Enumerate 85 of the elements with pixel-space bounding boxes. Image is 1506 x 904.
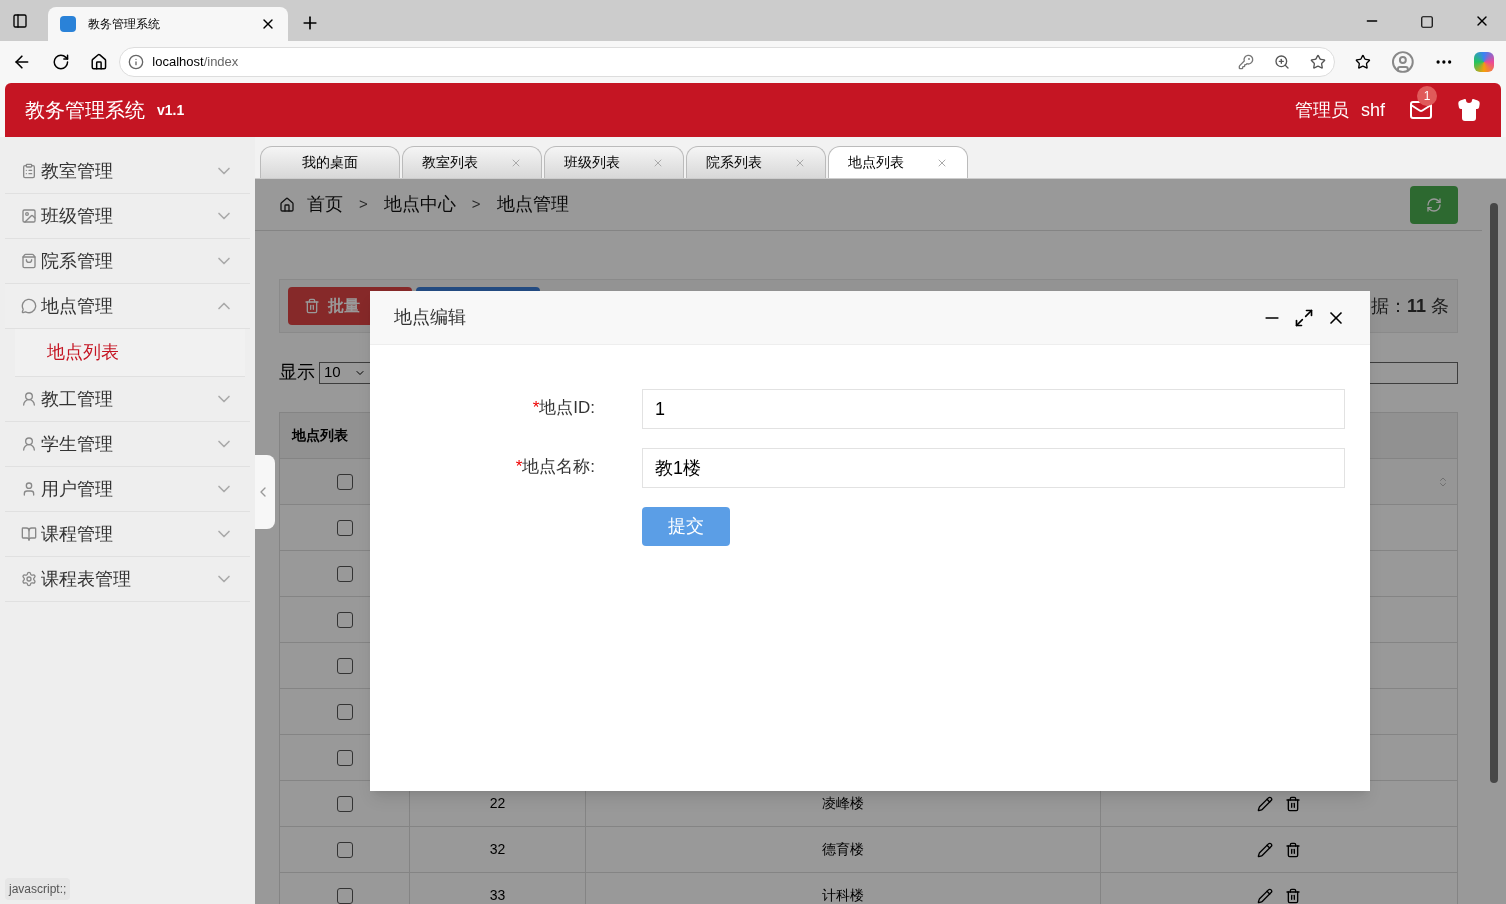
sidebar-item[interactable]: 教工管理 (5, 377, 250, 422)
input-field[interactable]: 教1楼 (642, 448, 1345, 488)
scrollbar-thumb[interactable] (1490, 203, 1498, 783)
page-tab[interactable]: 我的桌面 (260, 146, 400, 178)
sidebar-item[interactable]: 课程管理 (5, 512, 250, 557)
delete-icon[interactable] (1285, 795, 1301, 812)
required-mark: * (515, 457, 523, 476)
username[interactable]: shf (1361, 96, 1385, 124)
refresh-icon (1426, 196, 1442, 213)
breadcrumb-separator: > (358, 194, 369, 215)
url-text: localhost/index (152, 52, 240, 71)
sidebar-item[interactable]: 教室管理 (5, 149, 250, 194)
copilot-icon[interactable] (1474, 51, 1494, 72)
maximize-icon[interactable] (1420, 15, 1434, 29)
sidebar-item[interactable]: 用户管理 (5, 467, 250, 512)
tab-title: 教务管理系统 (88, 16, 161, 33)
theme-icon[interactable] (1457, 98, 1481, 122)
mail-icon[interactable] (1409, 98, 1433, 122)
checkbox[interactable] (336, 887, 353, 904)
page-size-select[interactable]: 10 (319, 361, 371, 384)
checkbox[interactable] (336, 795, 353, 812)
key-icon[interactable] (1237, 53, 1254, 70)
page-tab[interactable]: 班级列表 (544, 146, 684, 178)
status-tooltip: javascript:; (5, 878, 71, 900)
delete-icon[interactable] (1285, 841, 1301, 858)
checkbox[interactable] (336, 611, 353, 628)
page-size-label: 显示 (279, 361, 315, 384)
table-cell-text: 德育楼 (822, 840, 864, 859)
table-cell-text: 凌峰楼 (822, 794, 864, 813)
checkbox[interactable] (336, 703, 353, 720)
profile-icon[interactable] (1390, 49, 1415, 74)
version-label: v1.1 (157, 100, 185, 120)
trash-icon (304, 298, 320, 314)
breadcrumb-link[interactable]: 地点管理 (496, 191, 569, 218)
table-cell-text: 22 (489, 794, 506, 813)
sidebar-item[interactable]: 学生管理 (5, 422, 250, 467)
home-icon[interactable] (279, 196, 295, 213)
notification-badge: 1 (1417, 86, 1437, 106)
breadcrumb-link[interactable]: 首页 (307, 191, 343, 218)
breadcrumb-link[interactable]: 地点中心 (383, 191, 456, 218)
page-tab[interactable]: 地点列表 (828, 146, 968, 178)
delete-icon[interactable] (1285, 887, 1301, 904)
menu-icon (21, 391, 37, 407)
user-role: 管理员 (1295, 98, 1349, 122)
favorites-icon[interactable] (1354, 53, 1371, 70)
sidebar-toggle-icon[interactable] (12, 13, 28, 29)
menu-icon (21, 298, 37, 314)
sidebar-item[interactable]: 课程表管理 (5, 557, 250, 602)
reload-icon[interactable] (51, 52, 70, 71)
sidebar-item[interactable]: 班级管理 (5, 194, 250, 239)
checkbox[interactable] (336, 749, 353, 766)
total-count: 据：11 条 (1370, 294, 1449, 318)
menu-icon (21, 571, 37, 587)
menu-icon (21, 436, 37, 452)
menu-icon (21, 163, 37, 179)
input-field[interactable]: 1 (642, 389, 1345, 429)
edit-icon[interactable] (1257, 795, 1273, 812)
menu-icon (21, 526, 37, 542)
menu-icon (21, 481, 37, 497)
menu-icon (21, 208, 37, 224)
checkbox[interactable] (336, 565, 353, 582)
field-label: *地点名称: (514, 456, 595, 478)
home-icon[interactable] (89, 52, 108, 71)
zoom-icon[interactable] (1273, 53, 1290, 70)
table-cell-text: 32 (489, 840, 506, 859)
address-bar[interactable]: localhost/index (119, 46, 1335, 77)
checkbox[interactable] (336, 657, 353, 674)
browser-tab[interactable]: 教务管理系统 (48, 7, 288, 41)
edit-icon[interactable] (1257, 887, 1273, 904)
checkbox[interactable] (336, 841, 353, 858)
star-icon[interactable] (1309, 53, 1326, 70)
app-title: 教务管理系统 (25, 98, 145, 123)
page-tab[interactable]: 院系列表 (686, 146, 826, 178)
maximize-icon[interactable] (1294, 307, 1314, 328)
menu-icon (21, 253, 37, 269)
table-cell-text: 计科楼 (822, 886, 864, 904)
info-icon[interactable] (128, 53, 145, 70)
site-icon (60, 16, 76, 32)
table-cell-text: 33 (489, 886, 506, 904)
page-tab[interactable]: 教室列表 (402, 146, 542, 178)
edit-icon[interactable] (1257, 841, 1273, 858)
breadcrumb-separator: > (470, 194, 482, 215)
checkbox[interactable] (337, 473, 353, 490)
collapse-handle[interactable] (255, 455, 275, 529)
checkbox[interactable] (336, 519, 353, 536)
